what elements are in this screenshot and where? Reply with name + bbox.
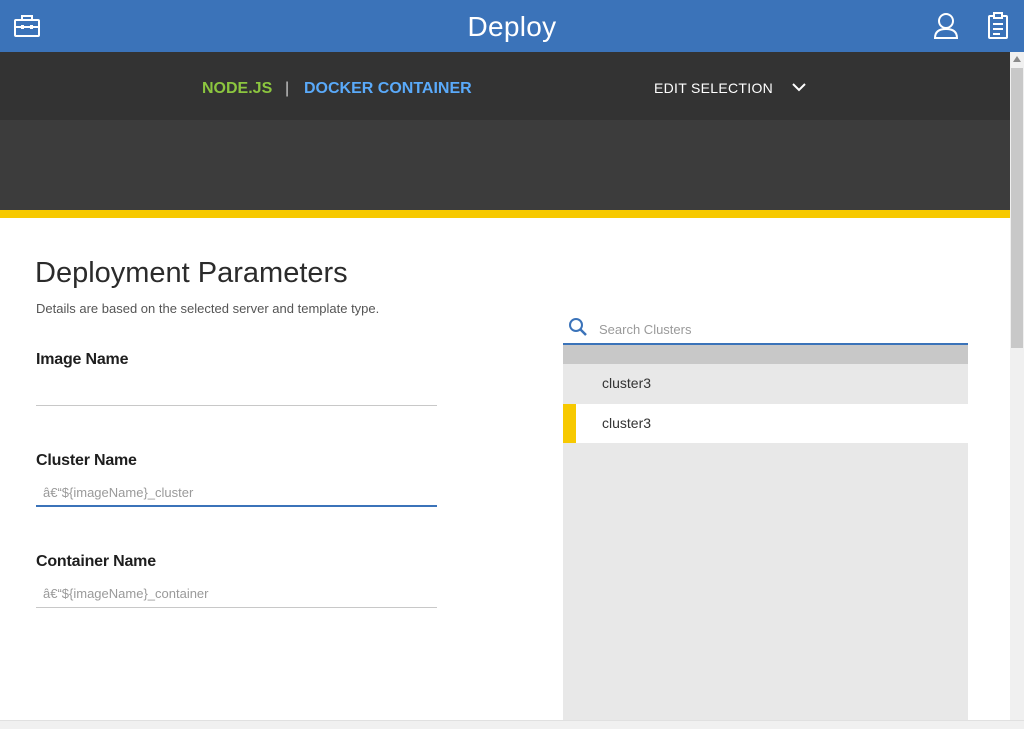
breadcrumb-nodejs[interactable]: NODE.JS [202,80,272,98]
selection-bar [0,52,1010,120]
bottom-scroll-track [0,720,1024,729]
section-title: Deployment Parameters [35,257,348,289]
header-band [0,120,1010,210]
accent-divider [0,210,1010,218]
cluster-item-label: cluster3 [602,375,652,391]
cluster-list-item-selected[interactable]: cluster3 [563,404,968,443]
breadcrumb-separator: | [285,80,290,97]
image-name-label: Image Name [36,351,129,368]
cluster-name-input[interactable] [36,479,437,507]
cluster-list-item[interactable]: cluster3 [563,364,968,403]
edit-selection-button[interactable]: EDIT SELECTION [654,80,773,96]
scroll-up-arrow-icon[interactable] [1010,52,1024,66]
cluster-list: cluster3 cluster3 [563,345,968,720]
scrollbar-thumb[interactable] [1011,68,1023,348]
cluster-item-label: cluster3 [602,415,652,431]
clipboard-icon[interactable] [982,10,1014,42]
search-clusters-input[interactable] [599,319,959,339]
chevron-down-icon[interactable] [790,80,808,99]
app-header: Deploy [0,0,1024,52]
container-name-label: Container Name [36,553,156,570]
vertical-scrollbar[interactable] [1010,52,1024,720]
breadcrumb-docker-container[interactable]: DOCKER CONTAINER [304,80,472,98]
section-description: Details are based on the selected server… [36,301,380,316]
container-name-input[interactable] [36,580,437,608]
search-icon [567,316,589,343]
cluster-list-header [563,345,968,364]
page-title: Deploy [467,11,557,42]
selected-marker [563,404,576,443]
image-name-input[interactable] [36,378,437,406]
cluster-name-label: Cluster Name [36,452,137,469]
user-icon[interactable] [930,10,962,42]
cluster-search [563,313,968,345]
